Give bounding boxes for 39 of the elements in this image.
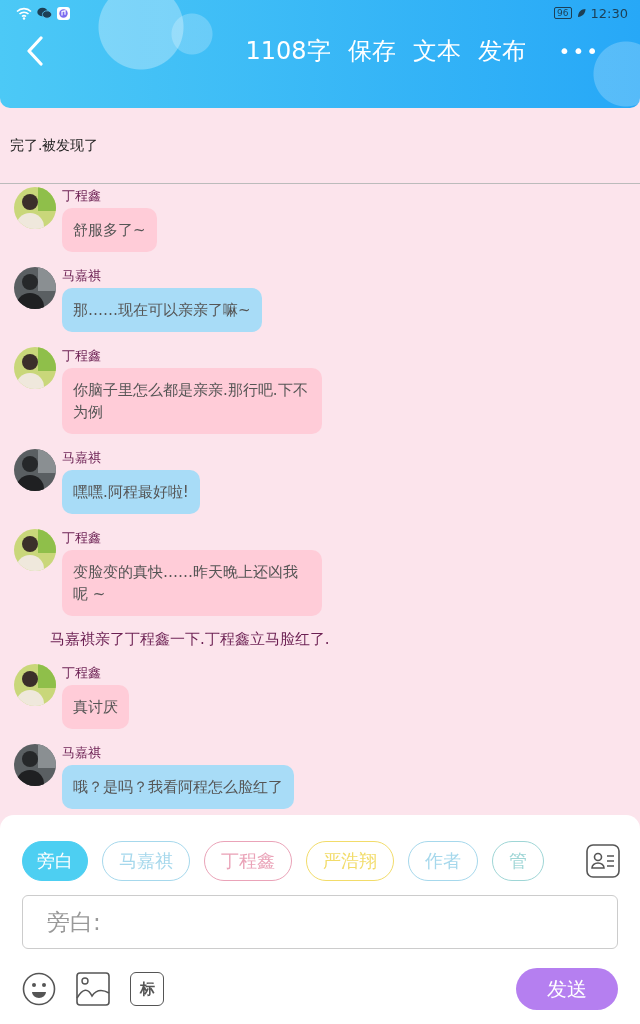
chat-bubble: 你脑子里怎么都是亲亲.那行吧.下不为例	[62, 368, 322, 434]
clock-time: 12:30	[590, 5, 628, 21]
role-chip[interactable]: 旁白	[22, 841, 88, 881]
header-action[interactable]: 文本	[412, 35, 461, 67]
image-icon[interactable]	[76, 972, 110, 1006]
speaker-name: 丁程鑫	[62, 664, 101, 681]
chat-bubble: 哦？是吗？我看阿程怎么脸红了	[62, 765, 294, 809]
role-chip[interactable]: 马嘉祺	[102, 841, 190, 881]
header-action[interactable]: 发布	[477, 35, 526, 67]
speaker-name: 丁程鑫	[62, 529, 101, 546]
header-action[interactable]: 保存	[347, 35, 396, 67]
role-chip[interactable]: 管	[492, 841, 544, 881]
send-button[interactable]: 发送	[516, 968, 618, 1010]
chat-bubble: 舒服多了~	[62, 208, 157, 252]
chat-bubble: 变脸变的真快……昨天晚上还凶我呢 ~	[62, 550, 322, 616]
speaker-name: 马嘉祺	[62, 449, 101, 466]
role-chip[interactable]: 丁程鑫	[204, 841, 292, 881]
input-field[interactable]: 旁白:	[22, 895, 618, 949]
speaker-name: 丁程鑫	[62, 187, 101, 204]
word-count: 1108字	[245, 36, 331, 67]
speaker-name: 马嘉祺	[62, 744, 101, 761]
chat-bubble: 嘿嘿.阿程最好啦!	[62, 470, 200, 514]
more-button[interactable]: •••	[558, 39, 600, 63]
wifi-icon	[16, 6, 32, 20]
leaf-icon	[576, 8, 586, 18]
chapter-title: 完了.被发现了	[10, 136, 99, 155]
tag-button[interactable]: 标	[130, 972, 164, 1006]
emoji-icon[interactable]	[22, 972, 56, 1006]
narration-text: 马嘉祺亲了丁程鑫一下.丁程鑫立马脸红了.	[50, 630, 330, 648]
battery-level: 96	[554, 7, 572, 19]
speaker-name: 马嘉祺	[62, 267, 101, 284]
chat-icon	[37, 7, 52, 19]
chat-bubble: 真讨厌	[62, 685, 129, 729]
role-chip[interactable]: 作者	[408, 841, 478, 881]
speaker-name: 丁程鑫	[62, 347, 101, 364]
music-app-icon	[57, 6, 70, 20]
chat-bubble: 那……现在可以亲亲了嘛~	[62, 288, 262, 332]
role-chip[interactable]: 严浩翔	[306, 841, 394, 881]
contact-card-icon[interactable]	[586, 844, 620, 878]
